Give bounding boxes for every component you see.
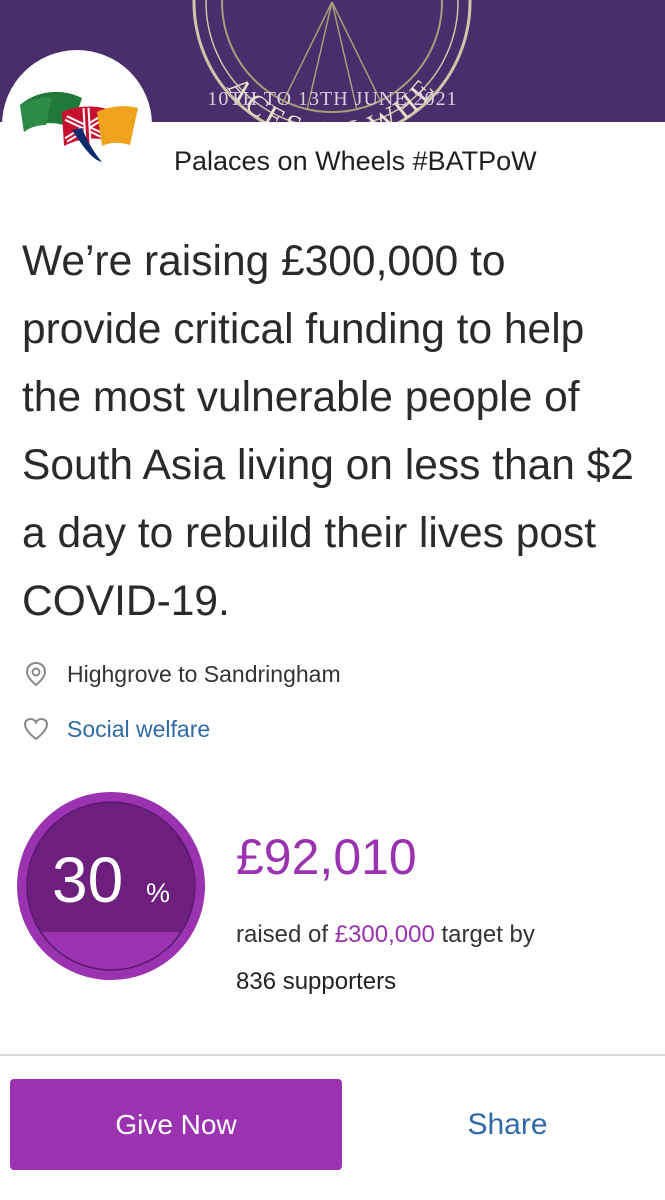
share-button[interactable]: Share: [380, 1079, 635, 1170]
progress-percent: 30: [52, 844, 124, 916]
raised-prefix: raised of: [236, 921, 329, 948]
campaign-logo: [2, 50, 152, 200]
cause-link[interactable]: Social welfare: [67, 716, 210, 743]
location-text: Highgrove to Sandringham: [67, 660, 341, 687]
flag-logo-icon: [20, 91, 138, 162]
divider: [0, 1054, 665, 1056]
cause-row[interactable]: Social welfare: [22, 714, 210, 744]
map-pin-icon: [25, 661, 47, 687]
give-now-button[interactable]: Give Now: [10, 1079, 342, 1170]
supporters-count: 836 supporters: [236, 968, 397, 995]
raised-summary: raised of £300,000 target by: [236, 921, 535, 949]
location-row: Highgrove to Sandringham: [22, 659, 341, 689]
raised-amount: £92,010: [236, 829, 417, 885]
target-amount: £300,000: [334, 921, 435, 948]
campaign-headline: We’re raising £300,000 to provide critic…: [22, 238, 634, 625]
heart-icon: [23, 717, 49, 741]
target-suffix: target by: [441, 921, 535, 948]
progress-percent-sign: %: [146, 878, 171, 908]
campaign-name: Palaces on Wheels #BATPoW: [174, 146, 537, 176]
